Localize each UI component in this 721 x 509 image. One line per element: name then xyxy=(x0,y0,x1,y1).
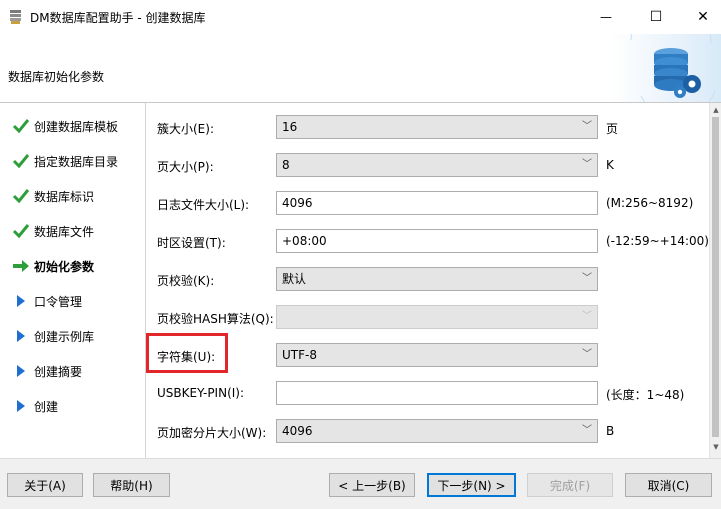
scroll-up-icon[interactable]: ▲ xyxy=(711,106,721,114)
help-button[interactable]: 帮助(H) xyxy=(93,473,170,497)
page-hash-select: ﹀ xyxy=(276,305,598,329)
step-create-template: 创建数据库模板 xyxy=(12,116,118,136)
page-enc-slice-unit: B xyxy=(606,424,615,438)
step-label: 创建示例库 xyxy=(34,329,95,344)
charset-value: UTF-8 xyxy=(282,348,317,362)
step-summary: 创建摘要 xyxy=(12,361,82,381)
next-button[interactable]: 下一步(N) > xyxy=(427,473,516,497)
extent-size-value: 16 xyxy=(282,120,298,134)
time-zone-input[interactable]: +08:00 xyxy=(276,229,598,253)
annotation-highlight-box xyxy=(146,333,228,373)
maximize-button[interactable]: ☐ xyxy=(633,0,679,34)
scrollbar-thumb[interactable] xyxy=(712,117,719,437)
page-size-label: 页大小(P): xyxy=(157,160,214,174)
cancel-button[interactable]: 取消(C) xyxy=(625,473,712,497)
log-size-label: 日志文件大小(L): xyxy=(157,198,250,212)
app-icon xyxy=(10,10,21,24)
page-check-select[interactable]: 默认 ﹀ xyxy=(276,267,598,291)
step-label: 创建摘要 xyxy=(34,364,83,379)
page-check-label: 页校验(K): xyxy=(157,274,215,288)
header-banner xyxy=(611,1,721,119)
close-icon: ✕ xyxy=(697,9,709,25)
page-title: 数据库初始化参数 xyxy=(8,70,105,84)
database-settings-icon xyxy=(630,1,716,119)
page-check-value: 默认 xyxy=(282,272,307,286)
time-zone-range: (-12:59~+14:00) xyxy=(606,234,709,248)
log-size-value: 4096 xyxy=(282,196,313,210)
check-icon xyxy=(12,119,30,134)
previous-button[interactable]: < 上一步(B) xyxy=(329,473,415,497)
step-password: 口令管理 xyxy=(12,291,82,311)
extent-size-unit: 页 xyxy=(606,122,619,136)
page-enc-slice-select[interactable]: 4096 ﹀ xyxy=(276,419,598,443)
arrow-right-icon xyxy=(13,260,29,272)
scroll-down-icon[interactable]: ▼ xyxy=(711,443,721,451)
step-label: 口令管理 xyxy=(34,294,83,309)
window-title: DM数据库配置助手 - 创建数据库 xyxy=(30,11,206,25)
charset-select[interactable]: UTF-8 ﹀ xyxy=(276,343,598,367)
vertical-scrollbar[interactable]: ▲ ▼ xyxy=(709,103,721,458)
chevron-down-icon: ﹀ xyxy=(582,425,592,436)
chevron-down-icon: ﹀ xyxy=(582,273,592,284)
minimize-button[interactable]: — xyxy=(583,0,629,34)
page-size-value: 8 xyxy=(282,158,290,172)
step-label: 创建数据库模板 xyxy=(34,119,119,134)
page-enc-slice-value: 4096 xyxy=(282,424,313,438)
step-label: 初始化参数 xyxy=(34,259,95,274)
page-size-select[interactable]: 8 ﹀ xyxy=(276,153,598,177)
step-label: 创建 xyxy=(34,399,59,414)
check-icon xyxy=(12,224,30,239)
step-db-directory: 指定数据库目录 xyxy=(12,151,118,171)
title-bar: DM数据库配置助手 - 创建数据库 — ☐ ✕ xyxy=(0,0,721,34)
chevron-down-icon: ﹀ xyxy=(582,311,592,322)
log-size-range: (M:256~8192) xyxy=(606,196,694,210)
chevron-down-icon: ﹀ xyxy=(582,349,592,360)
chevron-down-icon: ﹀ xyxy=(582,121,592,132)
usbkey-pin-range: (长度：1~48) xyxy=(606,388,685,402)
triangle-right-icon xyxy=(17,295,25,307)
step-db-identity: 数据库标识 xyxy=(12,186,94,206)
time-zone-value: +08:00 xyxy=(282,234,327,248)
check-icon xyxy=(12,154,30,169)
step-label: 数据库文件 xyxy=(34,224,95,239)
log-size-input[interactable]: 4096 xyxy=(276,191,598,215)
page-enc-slice-label: 页加密分片大小(W): xyxy=(157,426,267,440)
close-button[interactable]: ✕ xyxy=(680,0,721,34)
check-icon xyxy=(12,189,30,204)
step-label: 指定数据库目录 xyxy=(34,154,119,169)
about-button[interactable]: 关于(A) xyxy=(7,473,83,497)
page-hash-label: 页校验HASH算法(Q): xyxy=(157,312,274,326)
step-create: 创建 xyxy=(12,396,58,416)
step-init-params: 初始化参数 xyxy=(12,256,94,276)
maximize-icon: ☐ xyxy=(649,9,663,25)
usbkey-pin-input[interactable] xyxy=(276,381,598,405)
chevron-down-icon: ﹀ xyxy=(582,159,592,170)
triangle-right-icon xyxy=(17,400,25,412)
extent-size-select[interactable]: 16 ﹀ xyxy=(276,115,598,139)
finish-button: 完成(F) xyxy=(527,473,613,497)
page-size-unit: K xyxy=(606,158,614,172)
minimize-icon: — xyxy=(600,10,612,24)
wizard-header: 数据库初始化参数 xyxy=(0,1,721,119)
extent-size-label: 簇大小(E): xyxy=(157,122,214,136)
triangle-right-icon xyxy=(17,330,25,342)
step-db-files: 数据库文件 xyxy=(12,221,94,241)
step-label: 数据库标识 xyxy=(34,189,95,204)
usbkey-pin-label: USBKEY-PIN(I): xyxy=(157,386,245,400)
time-zone-label: 时区设置(T): xyxy=(157,236,226,250)
step-sample-db: 创建示例库 xyxy=(12,326,94,346)
triangle-right-icon xyxy=(17,365,25,377)
